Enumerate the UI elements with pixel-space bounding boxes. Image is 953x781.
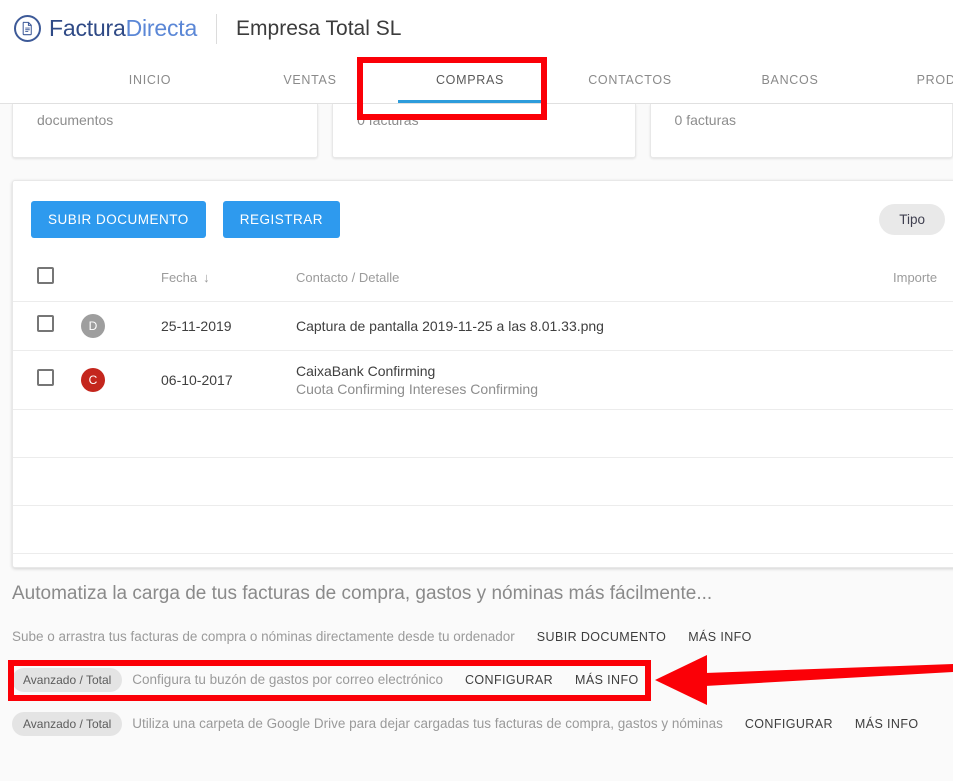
promo-title: Automatiza la carga de tus facturas de c… [12,583,953,605]
main-navigation: INICIO VENTAS COMPRAS CONTACTOS BANCOS P… [0,57,953,104]
row-detail-cell: Captura de pantalla 2019-11-25 a las 8.0… [296,302,893,351]
document-icon [14,15,41,42]
summary-card-text: 0 facturas [675,112,934,128]
tab-inicio[interactable]: INICIO [70,57,230,103]
brand-name-part1: Factura [49,15,126,41]
promo-text: Configura tu buzón de gastos por correo … [132,672,443,687]
registrar-button[interactable]: REGISTRAR [223,201,340,238]
panel-toolbar: SUBIR DOCUMENTO REGISTRAR Tipo [13,181,953,257]
sort-desc-icon: ↓ [203,270,210,285]
contact-avatar: C [81,368,105,392]
promo-info-link[interactable]: MÁS INFO [688,630,752,644]
summary-card-text: 0 facturas [357,112,616,128]
tab-compras[interactable]: COMPRAS [390,57,550,103]
tab-contactos[interactable]: CONTACTOS [550,57,710,103]
tab-ventas[interactable]: VENTAS [230,57,390,103]
table-body: D 25-11-2019 Captura de pantalla 2019-11… [13,302,953,554]
row-checkbox[interactable] [37,369,54,386]
column-header-fecha-label: Fecha [161,270,197,285]
row-detail-cell: CaixaBank Confirming Cuota Confirming In… [296,351,893,410]
table-row-empty [13,506,953,554]
row-select-cell [13,302,77,351]
brand-logo[interactable]: FacturaDirecta [14,15,197,42]
filter-chip-tipo[interactable]: Tipo [879,204,945,235]
row-date: 25-11-2019 [161,302,296,351]
promo-info-link[interactable]: MÁS INFO [855,717,919,731]
row-detail-main: CaixaBank Confirming [296,363,893,379]
promo-plan-badge: Avanzado / Total [12,712,122,736]
header-divider [216,14,217,44]
brand-name: FacturaDirecta [49,15,197,42]
select-all-header [13,257,77,302]
empty-cell [13,410,953,458]
table-row-empty [13,458,953,506]
tab-productos[interactable]: PRODUCT [870,57,953,103]
table-header-row: Fecha ↓ Contacto / Detalle Importe [13,257,953,302]
column-header-importe[interactable]: Importe [893,257,953,302]
promo-row-drive: Avanzado / Total Utiliza una carpeta de … [12,706,953,741]
row-amount [893,302,953,351]
promo-row-upload: Sube o arrastra tus facturas de compra o… [12,619,953,654]
empty-cell [13,506,953,554]
promo-info-link[interactable]: MÁS INFO [575,673,639,687]
table-row-empty [13,410,953,458]
promo-text: Utiliza una carpeta de Google Drive para… [132,716,723,731]
summary-card-documentos[interactable]: documentos [12,104,318,158]
select-all-checkbox[interactable] [37,267,54,284]
row-checkbox[interactable] [37,315,54,332]
promo-plan-badge: Avanzado / Total [12,668,122,692]
row-amount [893,351,953,410]
row-date: 06-10-2017 [161,351,296,410]
table-row[interactable]: D 25-11-2019 Captura de pantalla 2019-11… [13,302,953,351]
promo-action-configurar[interactable]: CONFIGURAR [745,717,833,731]
tab-bancos[interactable]: BANCOS [710,57,870,103]
documents-panel: SUBIR DOCUMENTO REGISTRAR Tipo Fecha ↓ Co… [12,180,953,568]
promo-action-configurar[interactable]: CONFIGURAR [465,673,553,687]
summary-cards: documentos 0 facturas 0 facturas [0,104,953,158]
promo-action-subir-documento[interactable]: SUBIR DOCUMENTO [537,630,666,644]
row-badge-cell: C [77,351,161,410]
documents-table: Fecha ↓ Contacto / Detalle Importe D 25-1… [13,257,953,554]
column-header-contacto-detalle[interactable]: Contacto / Detalle [296,257,893,302]
row-detail-main: Captura de pantalla 2019-11-25 a las 8.0… [296,318,893,334]
summary-card-facturas-1[interactable]: 0 facturas [332,104,635,158]
column-header-fecha[interactable]: Fecha ↓ [161,257,296,302]
subir-documento-button[interactable]: SUBIR DOCUMENTO [31,201,206,238]
contact-avatar: D [81,314,105,338]
table-header: Fecha ↓ Contacto / Detalle Importe [13,257,953,302]
summary-card-text: documentos [37,112,299,128]
company-title: Empresa Total SL [236,17,401,41]
badge-header [77,257,161,302]
automation-promo: Automatiza la carga de tus facturas de c… [0,583,953,741]
row-detail-sub: Cuota Confirming Intereses Confirming [296,381,893,397]
brand-name-part2: Directa [126,15,197,41]
app-header: FacturaDirecta Empresa Total SL [0,0,953,57]
nav-left-spacer [0,57,70,103]
promo-text: Sube o arrastra tus facturas de compra o… [12,629,515,644]
promo-row-email: Avanzado / Total Configura tu buzón de g… [12,662,953,697]
summary-card-facturas-2[interactable]: 0 facturas [650,104,953,158]
empty-cell [13,458,953,506]
row-select-cell [13,351,77,410]
table-row[interactable]: C 06-10-2017 CaixaBank Confirming Cuota … [13,351,953,410]
row-badge-cell: D [77,302,161,351]
